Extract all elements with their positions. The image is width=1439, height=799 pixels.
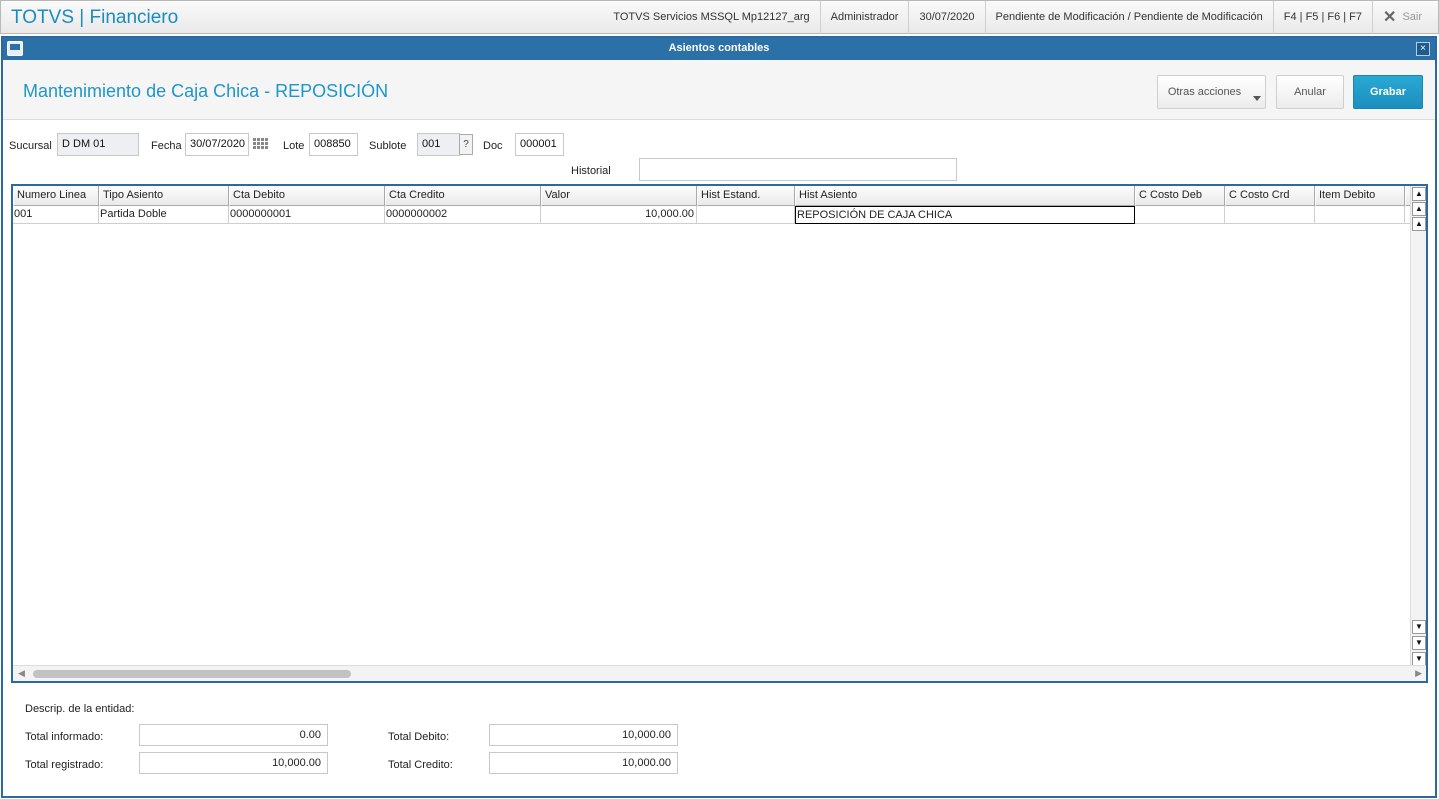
cell-c-costo-deb[interactable] [1135, 206, 1225, 224]
calendar-icon[interactable] [253, 138, 269, 152]
column-header[interactable]: Valor [541, 186, 697, 206]
dialog-titlebar: Asientos contables × [3, 38, 1435, 60]
column-header[interactable]: C Costo Deb [1135, 186, 1225, 206]
lote-label: Lote [283, 140, 305, 152]
dialog-title: Asientos contables [668, 42, 770, 54]
total-credito-field[interactable]: 10,000.00 [489, 752, 678, 774]
entries-grid[interactable]: Numero Linea Tipo Asiento Cta Debito Cta… [11, 184, 1428, 683]
top-bar: TOTVS | Financiero TOTVS Servicios MSSQL… [0, 0, 1439, 34]
scrollbar-thumb[interactable] [33, 670, 351, 678]
table-row[interactable]: 001 Partida Doble 0000000001 0000000002 … [13, 206, 1412, 224]
status-label: Pendiente de Modificación / Pendiente de… [984, 1, 1273, 34]
grabar-button[interactable]: Grabar [1353, 75, 1423, 109]
scroll-page-up-icon[interactable]: ▲ [1412, 202, 1426, 216]
sucursal-field[interactable]: D DM 01 [57, 133, 139, 156]
historial-field[interactable] [639, 158, 957, 181]
dialog-window: Asientos contables × Mantenimiento de Ca… [1, 36, 1437, 798]
fecha-label: Fecha [151, 140, 182, 152]
scroll-top-icon[interactable]: ▲ [1412, 187, 1426, 201]
dialog-close-button[interactable]: × [1416, 42, 1430, 56]
scroll-up-icon[interactable]: ▲ [1412, 217, 1426, 231]
cell-tipo-asiento[interactable]: Partida Doble [99, 206, 229, 224]
grid-header: Numero Linea Tipo Asiento Cta Debito Cta… [13, 186, 1412, 206]
column-header[interactable]: Cta Credito [385, 186, 541, 206]
total-debito-field[interactable]: 10,000.00 [489, 724, 678, 746]
column-header[interactable]: Item Debito [1315, 186, 1405, 206]
total-credito-label: Total Credito: [388, 759, 453, 771]
cell-valor[interactable]: 10,000.00 [541, 206, 697, 224]
total-informado-field[interactable]: 0.00 [139, 724, 328, 746]
exit-button[interactable]: ✕ Sair [1372, 1, 1438, 34]
cell-c-costo-crd[interactable] [1225, 206, 1315, 224]
fecha-field[interactable]: 30/07/2020 [185, 133, 249, 156]
app-title: TOTVS | Financiero [11, 7, 179, 28]
sublote-field[interactable]: 001 [417, 133, 460, 156]
cell-hist-estand[interactable] [697, 206, 795, 224]
close-icon: ✕ [1383, 9, 1397, 26]
lote-field[interactable]: 008850 [309, 133, 358, 156]
cell-hist-asiento[interactable]: REPOSICIÓN DE CAJA CHICA [795, 206, 1135, 224]
column-header[interactable]: Hist Estand. [697, 186, 795, 206]
anular-button[interactable]: Anular [1276, 75, 1344, 109]
otras-acciones-button[interactable]: Otras acciones [1157, 75, 1266, 109]
cell-cta-debito[interactable]: 0000000001 [229, 206, 385, 224]
sublote-label: Sublote [369, 140, 407, 152]
descrip-entidad-label: Descrip. de la entidad: [25, 703, 135, 715]
scroll-page-down-icon[interactable]: ▼ [1412, 636, 1426, 650]
scroll-down-icon[interactable]: ▼ [1412, 620, 1426, 634]
column-header[interactable]: C Costo Crd [1225, 186, 1315, 206]
doc-field[interactable]: 000001 [515, 133, 564, 156]
historial-label: Historial [571, 165, 611, 177]
environment-label[interactable]: TOTVS Servicios MSSQL Mp12127_arg [603, 1, 819, 34]
column-header[interactable]: Hist Asiento [795, 186, 1135, 206]
column-header[interactable]: Numero Linea [13, 186, 99, 206]
scroll-bottom-icon[interactable]: ▼ [1412, 652, 1426, 666]
exit-label: Sair [1402, 11, 1422, 23]
page-header: Mantenimiento de Caja Chica - REPOSICIÓN… [3, 60, 1435, 120]
scroll-left-icon[interactable]: ◀ [18, 668, 25, 679]
page-title: Mantenimiento de Caja Chica - REPOSICIÓN [23, 81, 389, 101]
user-label[interactable]: Administrador [819, 1, 909, 34]
shortcuts-label[interactable]: F4 | F5 | F6 | F7 [1272, 1, 1372, 34]
doc-label: Doc [483, 140, 503, 152]
chevron-down-icon [1253, 96, 1261, 101]
otras-acciones-label: Otras acciones [1167, 86, 1242, 98]
sucursal-label: Sucursal [9, 140, 52, 152]
date-label[interactable]: 30/07/2020 [908, 1, 984, 34]
column-header[interactable]: Cta Debito [229, 186, 385, 206]
total-debito-label: Total Debito: [388, 731, 450, 743]
total-registrado-label: Total registrado: [25, 759, 104, 771]
cell-numero-linea[interactable]: 001 [13, 206, 99, 224]
vertical-scrollbar[interactable]: ▲ ▲ ▲ ▼ ▼ ▼ [1410, 186, 1426, 667]
total-registrado-field[interactable]: 10,000.00 [139, 752, 328, 774]
total-informado-label: Total informado: [25, 731, 104, 743]
horizontal-scrollbar[interactable]: ◀ ▶ [13, 665, 1426, 681]
sublote-help-button[interactable]: ? [459, 134, 473, 155]
scroll-right-icon[interactable]: ▶ [1415, 668, 1422, 679]
top-status-area: TOTVS Servicios MSSQL Mp12127_arg Admini… [603, 1, 1438, 34]
column-header[interactable]: Tipo Asiento [99, 186, 229, 206]
cell-cta-credito[interactable]: 0000000002 [385, 206, 541, 224]
cell-item-debito[interactable] [1315, 206, 1405, 224]
